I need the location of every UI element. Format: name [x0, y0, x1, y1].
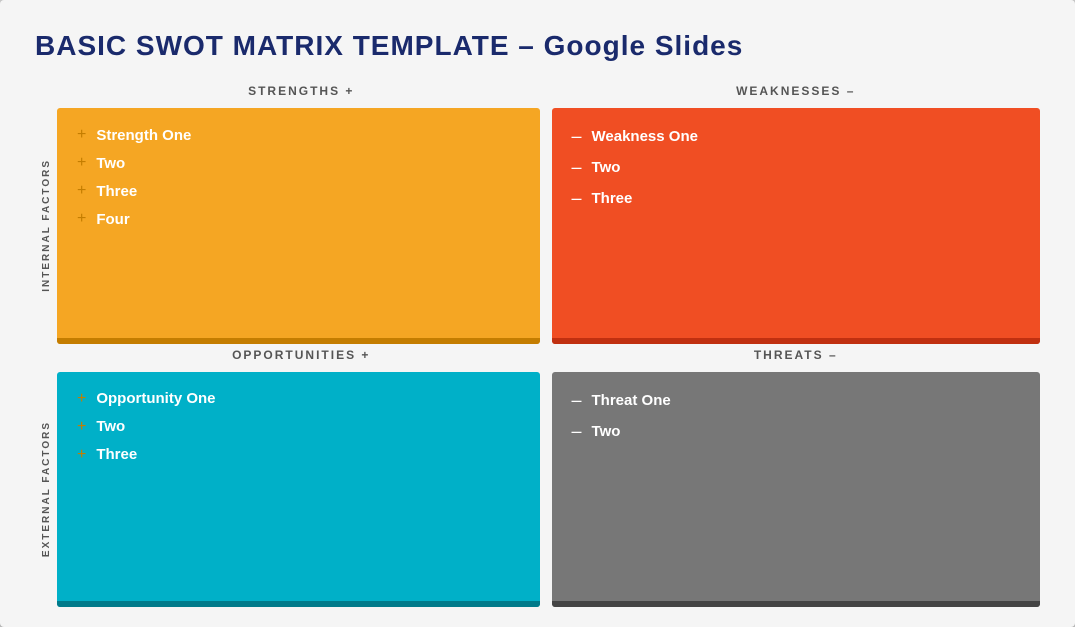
list-item: +Two — [77, 154, 520, 172]
opportunities-header: OPPORTUNITIES + — [57, 344, 546, 372]
list-item: +Opportunity One — [77, 390, 520, 408]
list-item: +Two — [77, 418, 520, 436]
list-item: –Three — [572, 188, 1021, 209]
strengths-list: +Strength One +Two +Three +Four — [77, 126, 520, 228]
label-top-spacer — [35, 80, 57, 108]
threats-list: –Threat One –Two — [572, 390, 1021, 442]
list-item: +Three — [77, 446, 520, 464]
list-item: +Four — [77, 210, 520, 228]
external-factors-label: EXTERNAL FACTORS — [35, 372, 57, 608]
slide-title: BASIC SWOT MATRIX TEMPLATE – Google Slid… — [35, 30, 1040, 62]
list-item: –Weakness One — [572, 126, 1021, 147]
swot-grid: STRENGTHS + WEAKNESSES – +Strength One +… — [57, 80, 1040, 607]
list-item: +Strength One — [77, 126, 520, 144]
list-item: –Threat One — [572, 390, 1021, 411]
list-item: –Two — [572, 421, 1021, 442]
slide-container: BASIC SWOT MATRIX TEMPLATE – Google Slid… — [0, 0, 1075, 627]
opportunities-quadrant: +Opportunity One +Two +Three — [57, 372, 540, 608]
matrix-with-labels: INTERNAL FACTORS EXTERNAL FACTORS STRENG… — [35, 80, 1040, 607]
list-item: +Three — [77, 182, 520, 200]
list-item: –Two — [572, 157, 1021, 178]
labels-column: INTERNAL FACTORS EXTERNAL FACTORS — [35, 80, 57, 607]
opportunities-list: +Opportunity One +Two +Three — [77, 390, 520, 464]
threats-header: THREATS – — [552, 344, 1041, 372]
strengths-header: STRENGTHS + — [57, 80, 546, 108]
threats-quadrant: –Threat One –Two — [552, 372, 1041, 608]
weaknesses-header: WEAKNESSES – — [552, 80, 1041, 108]
weaknesses-list: –Weakness One –Two –Three — [572, 126, 1021, 209]
label-middle-spacer — [35, 344, 57, 372]
weaknesses-quadrant: –Weakness One –Two –Three — [552, 108, 1041, 344]
internal-factors-label: INTERNAL FACTORS — [35, 108, 57, 344]
strengths-quadrant: +Strength One +Two +Three +Four — [57, 108, 540, 344]
